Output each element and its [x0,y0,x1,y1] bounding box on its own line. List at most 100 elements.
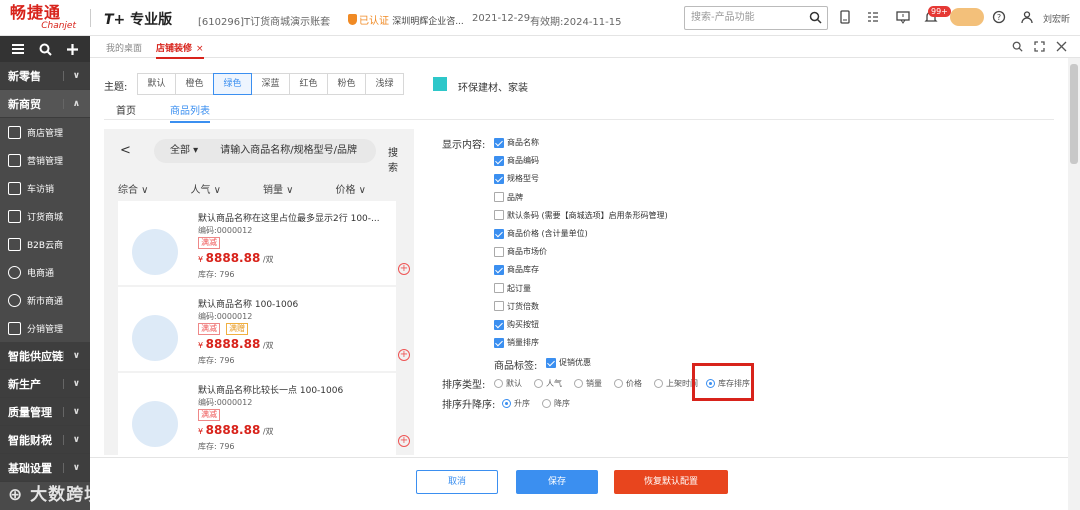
certification[interactable]: 已认证 深圳明辉企业咨... [348,12,464,27]
radio-ascending[interactable]: 升序 [502,398,530,409]
checkbox-icon[interactable] [494,301,504,312]
sidebar-section-settings[interactable]: 基础设置 ∨ [0,454,90,482]
checkbox-promo[interactable]: 促销优惠 [546,357,591,368]
theme-option-green[interactable]: 绿色 [213,73,252,95]
scrollbar[interactable] [1068,58,1080,510]
checkbox-icon[interactable] [494,137,504,148]
fullscreen-icon[interactable] [1034,41,1045,52]
sidebar-item-car-sales[interactable]: 车访销 [0,174,90,202]
theme-option-red[interactable]: 红色 [289,73,328,95]
sidebar-item-ecommerce[interactable]: 电商通 [0,258,90,286]
subtab-home[interactable]: 首页 [116,102,136,117]
close-icon[interactable] [1056,41,1067,52]
user-icon[interactable] [1020,10,1034,24]
tab-store-decoration[interactable]: 店铺装修 × [156,41,204,59]
product-card[interactable]: 默认商品名称 100-1006 编码:0000012 满减 满赠 ¥ 8888.8… [118,287,410,371]
sidebar-section-new-trade[interactable]: 新商贸 ∧ [0,90,90,118]
product-card[interactable]: 默认商品名称比较长一点 100-1006 编码:0000012 满减 ¥ 888… [118,373,410,455]
radio-icon[interactable] [574,379,583,388]
checkbox-display-option[interactable]: 商品编码 [494,155,539,166]
checkbox-icon[interactable] [494,246,504,257]
help-icon[interactable]: ? [992,10,1006,24]
checkbox-display-option[interactable]: 销量排序 [494,337,539,348]
sidebar-item-store[interactable]: 商店管理 [0,118,90,146]
theme-option-pink[interactable]: 粉色 [327,73,366,95]
function-search-input[interactable]: 搜索-产品功能 [684,6,828,30]
radio-icon[interactable] [614,379,623,388]
radio-popularity[interactable]: 人气 [534,378,562,389]
checkbox-icon[interactable] [494,264,504,275]
tab-my-desktop[interactable]: 我的桌面 [106,41,142,54]
search-icon[interactable] [809,11,822,24]
checkbox-icon[interactable] [494,192,504,203]
message-icon[interactable] [896,10,910,24]
checkbox-display-option[interactable]: 购买按钮 [494,319,539,330]
sidebar-item-market[interactable]: 新市商通 [0,286,90,314]
checkbox-display-option[interactable]: 品牌 [494,192,523,203]
cancel-button[interactable]: 取消 [416,470,498,494]
sort-price[interactable]: 价格 ∨ [336,181,367,196]
menu-icon[interactable] [11,43,25,55]
back-icon[interactable]: < [120,143,131,158]
scrollbar-thumb[interactable] [1070,64,1078,164]
sidebar-item-b2b[interactable]: B2B云商 [0,230,90,258]
mobile-icon[interactable] [838,10,852,24]
promo-mascot-icon[interactable] [950,8,984,26]
theme-option-dark-blue[interactable]: 深蓝 [251,73,290,95]
search-icon[interactable] [1012,41,1023,52]
sidebar-item-mall[interactable]: 订货商城 [0,202,90,230]
checkbox-icon[interactable] [494,210,504,221]
sidebar-section-production[interactable]: 新生产 ∨ [0,370,90,398]
sort-sales[interactable]: 销量 ∨ [263,181,294,196]
scope-dropdown[interactable]: 全部 ▾ [170,145,198,156]
sort-popularity[interactable]: 人气 ∨ [191,181,222,196]
checkbox-icon[interactable] [494,337,504,348]
radio-icon[interactable] [542,399,551,408]
close-icon[interactable]: × [196,44,204,54]
sort-comprehensive[interactable]: 综合 ∨ [118,181,149,196]
list-icon[interactable] [866,10,880,24]
sidebar-section-new-retail[interactable]: 新零售 ∨ [0,62,90,90]
sidebar-item-marketing[interactable]: 营销管理 [0,146,90,174]
chanjet-logo[interactable]: 畅捷通 Chanjet [10,4,76,32]
theme-option-light-green[interactable]: 浅绿 [365,73,404,95]
radio-descending[interactable]: 降序 [542,398,570,409]
checkbox-display-option[interactable]: 商品价格 (含计量单位) [494,228,588,239]
radio-sales[interactable]: 销量 [574,378,602,389]
checkbox-display-option[interactable]: 起订量 [494,283,531,294]
add-to-cart-icon[interactable]: + [398,349,410,361]
checkbox-icon[interactable] [546,357,556,368]
checkbox-display-option[interactable]: 规格型号 [494,173,539,184]
radio-icon[interactable] [534,379,543,388]
checkbox-icon[interactable] [494,228,504,239]
theme-option-default[interactable]: 默认 [137,73,176,95]
radio-icon[interactable] [502,399,511,408]
checkbox-display-option[interactable]: 订货倍数 [494,301,539,312]
sidebar-item-distribution[interactable]: 分销管理 [0,314,90,342]
preview-search-input[interactable]: 全部 ▾ 请输入商品名称/规格型号/品牌 [154,139,376,163]
checkbox-display-option[interactable]: 默认条码 (需要【商城选项】启用条形码管理) [494,210,668,221]
sidebar-section-supply-chain[interactable]: 智能供应链 ∨ [0,342,90,370]
checkbox-display-option[interactable]: 商品市场价 [494,246,547,257]
account-name[interactable]: [610296]T订货商城演示账套 [198,13,330,28]
radio-default[interactable]: 默认 [494,378,522,389]
plus-icon[interactable] [66,43,79,56]
checkbox-display-option[interactable]: 商品库存 [494,264,539,275]
add-to-cart-icon[interactable]: + [398,263,410,275]
checkbox-icon[interactable] [494,283,504,294]
save-button[interactable]: 保存 [516,470,598,494]
sidebar-section-finance[interactable]: 智能财税 ∨ [0,426,90,454]
radio-price[interactable]: 价格 [614,378,642,389]
checkbox-icon[interactable] [494,155,504,166]
sidebar-section-quality[interactable]: 质量管理 ∨ [0,398,90,426]
product-card[interactable]: 默认商品名称在这里占位最多显示2行 100-... 编码:0000012 满减 … [118,201,410,285]
theme-option-orange[interactable]: 橙色 [175,73,214,95]
radio-icon[interactable] [654,379,663,388]
reset-default-button[interactable]: 恢复默认配置 [614,470,728,494]
search-icon[interactable] [39,43,52,56]
subtab-product-list[interactable]: 商品列表 [170,102,210,123]
add-to-cart-icon[interactable]: + [398,435,410,447]
checkbox-icon[interactable] [494,173,504,184]
radio-icon[interactable] [494,379,503,388]
username[interactable]: 刘宏昕 [1043,12,1070,25]
